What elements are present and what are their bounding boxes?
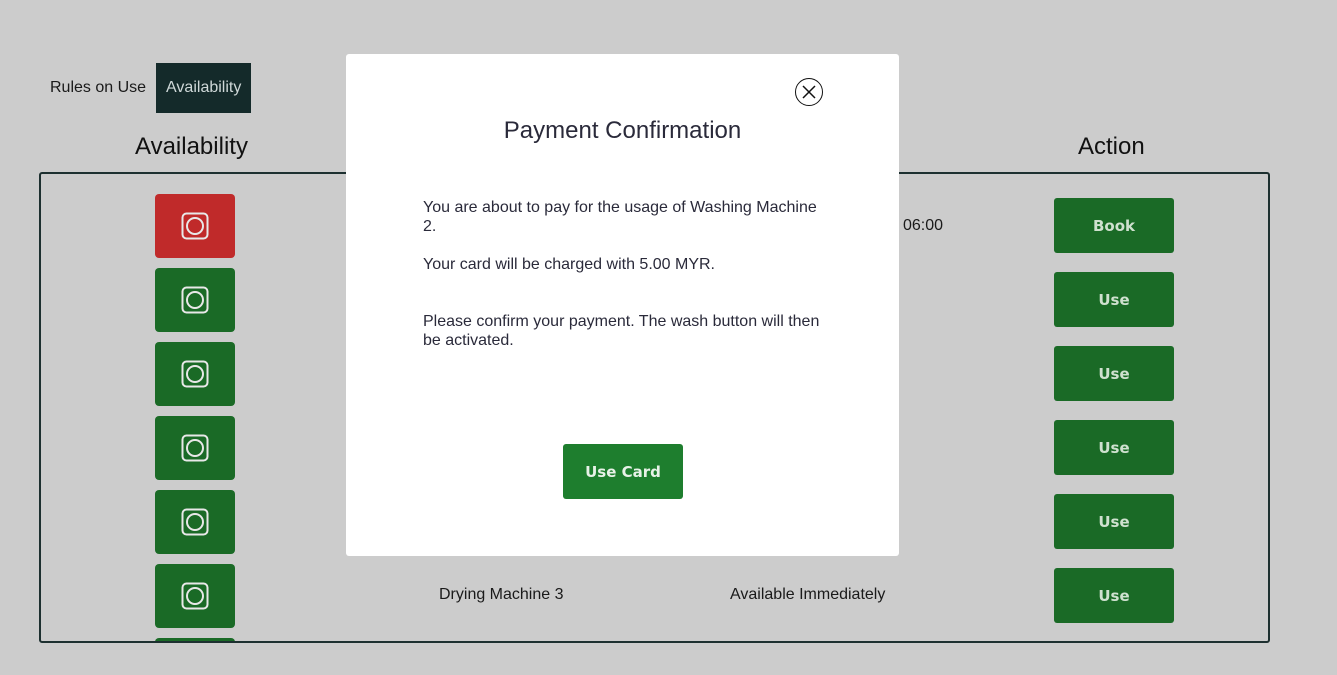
washing-machine-icon bbox=[181, 582, 209, 610]
status-tile-occupied bbox=[155, 194, 235, 258]
use-button[interactable]: Use bbox=[1054, 346, 1174, 401]
column-header-action: Action bbox=[1078, 133, 1145, 160]
use-card-button[interactable]: Use Card bbox=[563, 444, 683, 499]
use-button[interactable]: Use bbox=[1054, 272, 1174, 327]
washing-machine-icon bbox=[181, 286, 209, 314]
tab-availability[interactable]: Availability bbox=[156, 63, 252, 113]
washing-machine-icon bbox=[181, 434, 209, 462]
use-button[interactable]: Use bbox=[1054, 494, 1174, 549]
payment-usage-text: You are about to pay for the usage of Wa… bbox=[423, 199, 817, 235]
tab-bar: Rules on Use Availability bbox=[40, 63, 252, 113]
status-tile-free bbox=[155, 342, 235, 406]
close-icon bbox=[802, 85, 816, 99]
status-tile-free bbox=[155, 564, 235, 628]
close-button[interactable] bbox=[795, 78, 823, 106]
status-tile-free bbox=[155, 638, 235, 641]
status-tile-free bbox=[155, 268, 235, 332]
status-tile-free bbox=[155, 490, 235, 554]
use-button[interactable]: Use bbox=[1054, 568, 1174, 623]
washing-machine-icon bbox=[181, 360, 209, 388]
payment-confirmation-modal: Payment Confirmation You are about to pa… bbox=[346, 54, 899, 556]
use-button[interactable]: Use bbox=[1054, 420, 1174, 475]
table-row bbox=[41, 638, 1268, 641]
status-tile-free bbox=[155, 416, 235, 480]
booking-time: 06:00 bbox=[903, 217, 944, 234]
washing-machine-icon bbox=[181, 212, 209, 240]
column-header-availability: Availability bbox=[135, 133, 248, 160]
table-row: Drying Machine 3 Available Immediately U… bbox=[41, 564, 1268, 628]
book-button[interactable]: Book bbox=[1054, 198, 1174, 253]
charge-amount-text: Your card will be charged with 5.00 MYR. bbox=[423, 256, 715, 273]
availability-status: Available Immediately bbox=[730, 586, 886, 603]
confirm-instructions-text: Please confirm your payment. The wash bu… bbox=[423, 313, 820, 349]
modal-title: Payment Confirmation bbox=[503, 117, 742, 144]
tab-rules-on-use[interactable]: Rules on Use bbox=[40, 63, 156, 113]
machine-name: Drying Machine 3 bbox=[439, 586, 564, 603]
washing-machine-icon bbox=[181, 508, 209, 536]
